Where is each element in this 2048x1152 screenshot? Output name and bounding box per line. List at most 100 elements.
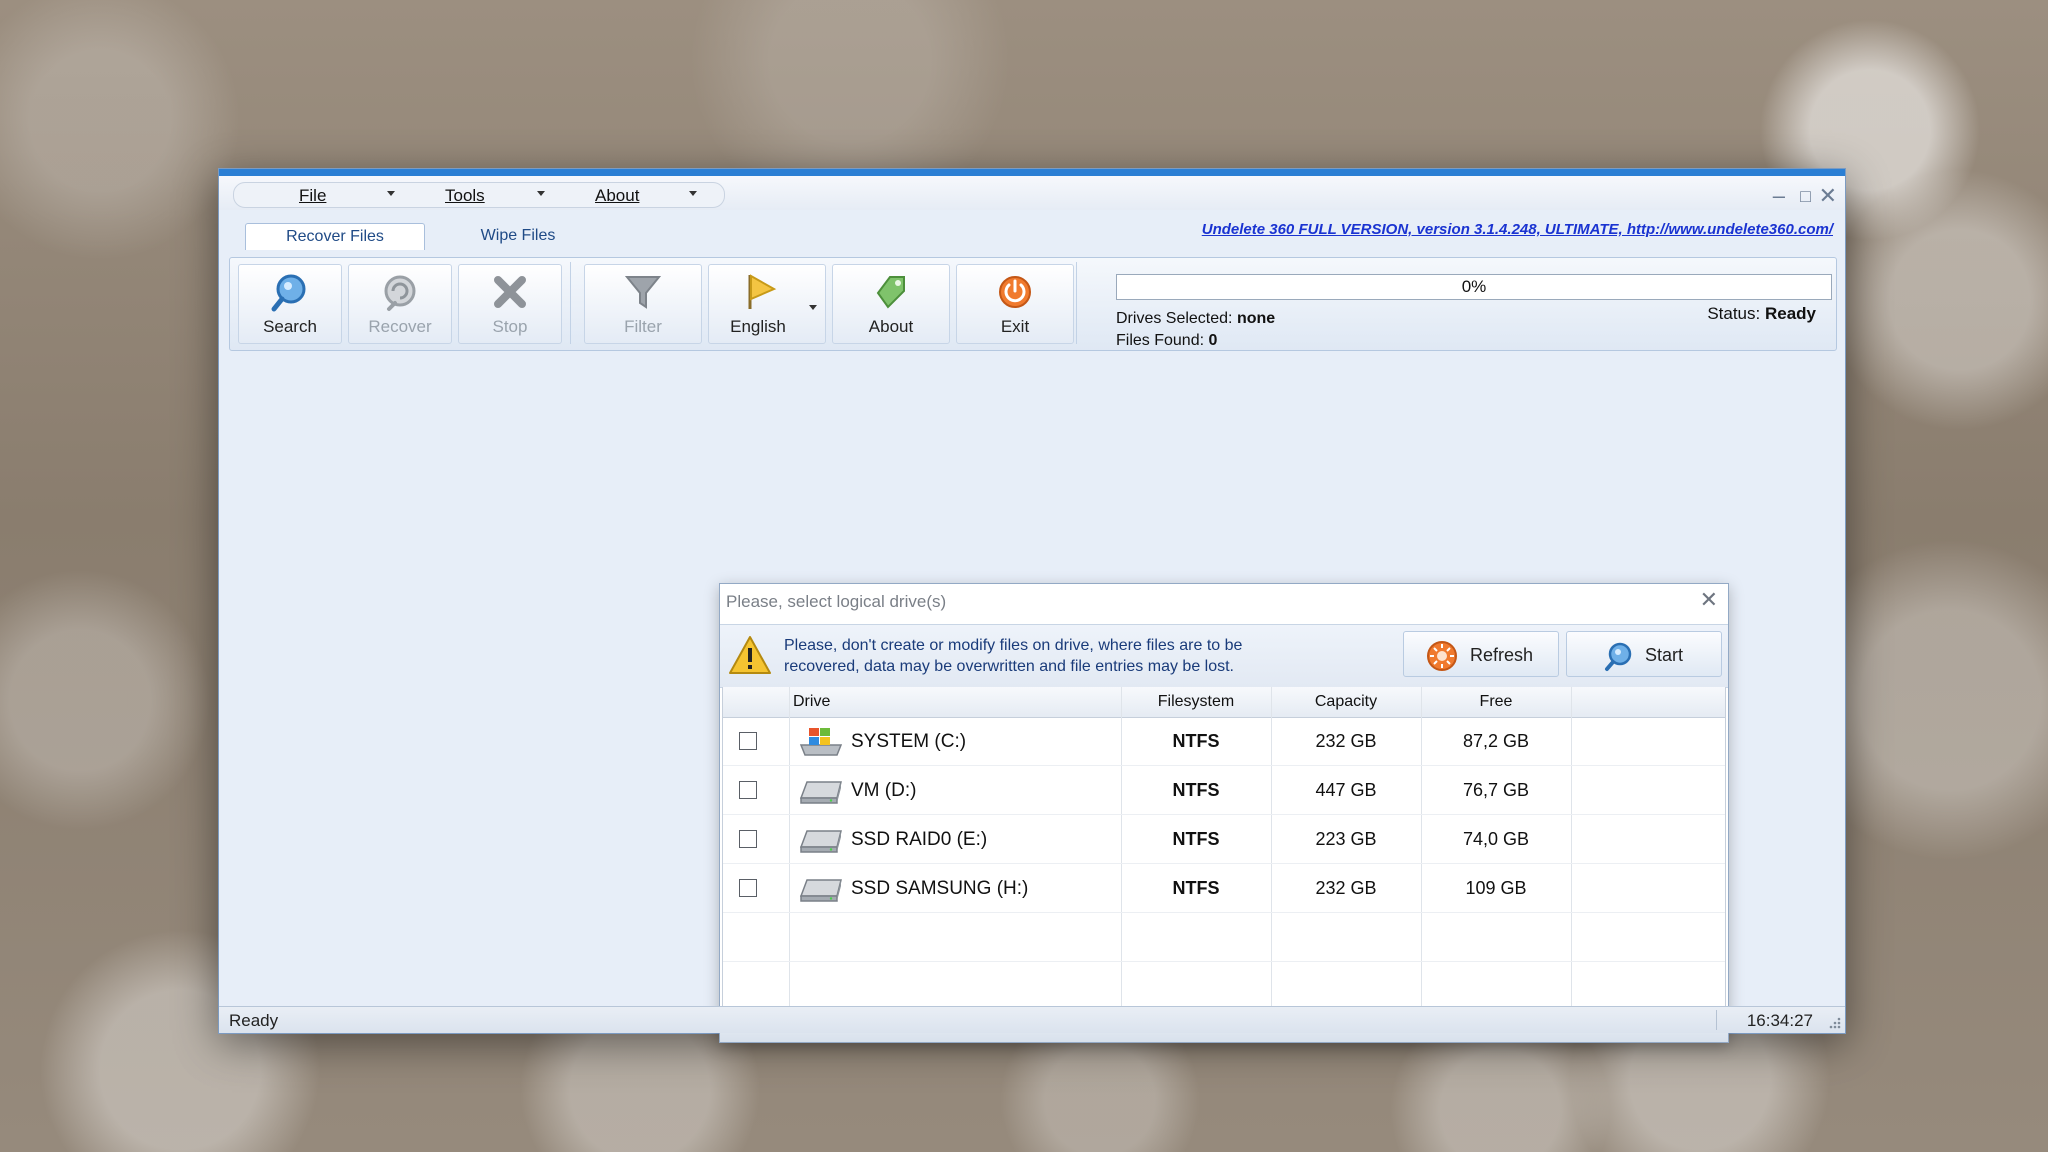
drives-selected: Drives Selected: none [1116, 310, 1275, 328]
menu-tools-caret-icon[interactable] [537, 191, 545, 196]
hard-drive-icon [799, 781, 842, 804]
menu-about-caret-icon[interactable] [689, 191, 697, 196]
system-drive-icon [799, 728, 843, 756]
drive-name: VM (D:) [851, 780, 917, 801]
status-bar-separator [1716, 1010, 1717, 1030]
empty-row [723, 913, 1725, 962]
status-value: Ready [1764, 304, 1816, 323]
drives-selected-label: Drives Selected: [1116, 310, 1233, 327]
drive-checkbox[interactable] [739, 781, 757, 799]
resize-grip-icon[interactable] [1827, 1015, 1841, 1029]
scan-progress-bar: 0% [1116, 274, 1832, 300]
column-header-filesystem[interactable]: Filesystem [1121, 693, 1271, 711]
warning-panel: Please, don't create or modify files on … [720, 624, 1728, 688]
status-bar-text: Ready [229, 1011, 279, 1030]
files-found-value: 0 [1208, 332, 1218, 349]
language-dropdown-caret-icon[interactable] [809, 305, 817, 310]
refresh-button[interactable]: Refresh [1403, 631, 1559, 677]
tab-recover-files[interactable]: Recover Files [245, 223, 425, 250]
warning-text: Please, don't create or modify files on … [784, 637, 1243, 675]
filter-icon [624, 276, 662, 309]
drive-capacity: 447 GB [1315, 780, 1377, 800]
ribbon-toolbar: Search Recover Stop Filter English About… [229, 257, 1837, 351]
drive-free: 109 GB [1465, 878, 1527, 898]
select-drives-dialog: Please, select logical drive(s) ✕ Please… [719, 583, 1729, 1043]
drive-name: SSD SAMSUNG (H:) [851, 878, 1029, 899]
warning-icon [729, 636, 771, 674]
dialog-title: Please, select logical drive(s) [726, 592, 947, 611]
language-button[interactable]: English [708, 264, 826, 344]
column-header-free[interactable]: Free [1421, 693, 1571, 711]
exit-button-label: Exit [1000, 317, 1030, 336]
search-icon [271, 274, 306, 312]
menu-file[interactable]: File [299, 186, 326, 206]
status-indicator: Status: Ready [1707, 304, 1816, 324]
tab-wipe-files[interactable]: Wipe Files [433, 223, 603, 249]
exit-icon [999, 276, 1031, 308]
dialog-close-icon[interactable]: ✕ [1700, 589, 1718, 611]
about-icon [876, 276, 905, 309]
hard-drive-icon [799, 879, 842, 902]
menu-bar: File Tools About – □ ✕ [219, 176, 1845, 210]
drive-checkbox[interactable] [739, 732, 757, 750]
window-title-bar[interactable] [219, 169, 1845, 176]
stop-button-label: Stop [492, 317, 528, 336]
recover-icon [384, 275, 416, 311]
drive-capacity: 223 GB [1315, 829, 1377, 849]
status-label: Status: [1707, 304, 1761, 323]
files-found: Files Found: 0 [1116, 332, 1217, 350]
drive-name: SSD RAID0 (E:) [851, 829, 988, 850]
drive-capacity: 232 GB [1315, 731, 1377, 751]
menu-file-label: File [299, 186, 327, 205]
close-icon[interactable]: ✕ [1819, 185, 1837, 207]
drive-name: SYSTEM (C:) [851, 731, 967, 752]
table-row[interactable]: SSD RAID0 (E:) NTFS 223 GB 74,0 GB [723, 815, 1725, 864]
menu-about-label: About [595, 186, 640, 205]
menu-tools[interactable]: Tools [445, 186, 485, 206]
exit-button[interactable]: Exit [956, 264, 1074, 344]
drive-checkbox[interactable] [739, 830, 757, 848]
drives-selected-value: none [1236, 310, 1276, 327]
recover-button-label: Recover [368, 317, 432, 336]
about-button-label: About [868, 317, 914, 336]
stop-button[interactable]: Stop [458, 264, 562, 344]
drive-filesystem: NTFS [1172, 878, 1220, 898]
start-button-label: Start [1645, 645, 1684, 665]
files-found-label: Files Found: [1116, 332, 1205, 349]
filter-button[interactable]: Filter [584, 264, 702, 344]
progress-text: 0% [1461, 277, 1487, 296]
product-link[interactable]: Undelete 360 FULL VERSION, version 3.1.4… [1202, 221, 1833, 238]
start-button[interactable]: Start [1566, 631, 1722, 677]
refresh-button-label: Refresh [1470, 645, 1534, 665]
language-button-label: English [730, 317, 786, 336]
drive-filesystem: NTFS [1172, 731, 1220, 751]
filter-button-label: Filter [624, 317, 662, 336]
table-row[interactable]: SYSTEM (C:) NTFS 232 GB 87,2 GB [723, 717, 1725, 766]
search-icon [1605, 642, 1632, 671]
drive-capacity: 232 GB [1315, 878, 1377, 898]
drive-table: Drive Filesystem Capacity Free SYSTEM (C… [722, 687, 1726, 1016]
drive-filesystem: NTFS [1172, 829, 1220, 849]
hard-drive-icon [799, 830, 842, 853]
search-button[interactable]: Search [238, 264, 342, 344]
menu-tools-label: Tools [445, 186, 485, 205]
minimize-icon[interactable]: – [1773, 185, 1785, 207]
drive-free: 76,7 GB [1462, 780, 1530, 800]
recover-button[interactable]: Recover [348, 264, 452, 344]
refresh-icon [1427, 641, 1457, 671]
drive-free: 87,2 GB [1462, 731, 1530, 751]
status-bar-time: 16:34:27 [1746, 1011, 1813, 1030]
stop-icon [494, 276, 526, 308]
maximize-icon[interactable]: □ [1800, 186, 1811, 206]
flag-icon [748, 274, 777, 309]
table-row[interactable]: SSD SAMSUNG (H:) NTFS 232 GB 109 GB [723, 864, 1725, 913]
menu-about[interactable]: About [595, 186, 639, 206]
main-window: File Tools About – □ ✕ Recover Files Wip… [218, 168, 1846, 1043]
table-row[interactable]: VM (D:) NTFS 447 GB 76,7 GB [723, 766, 1725, 815]
menu-file-caret-icon[interactable] [387, 191, 395, 196]
drive-checkbox[interactable] [739, 879, 757, 897]
drive-free: 74,0 GB [1462, 829, 1530, 849]
column-header-capacity[interactable]: Capacity [1271, 693, 1421, 711]
column-header-drive[interactable]: Drive [793, 693, 830, 711]
about-button[interactable]: About [832, 264, 950, 344]
